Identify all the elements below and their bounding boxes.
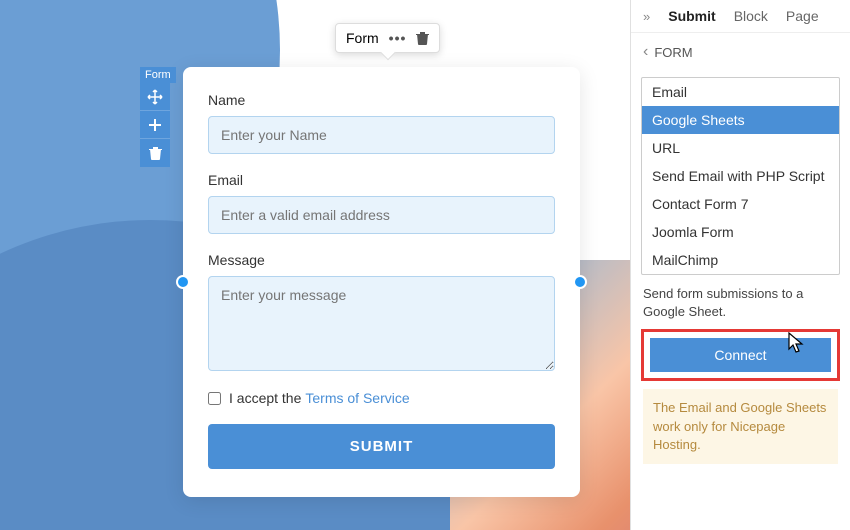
connect-button[interactable]: Connect [650, 338, 831, 372]
delete-tool[interactable] [140, 139, 170, 167]
terms-row: I accept the Terms of Service [208, 390, 555, 406]
option-item[interactable]: Contact Form 7 [642, 190, 839, 218]
connect-highlight: Connect [641, 329, 840, 381]
element-tooltip: Form ••• [335, 23, 440, 53]
email-input[interactable] [208, 196, 555, 234]
panel-tabs: » Submit Block Page [631, 0, 850, 33]
message-label: Message [208, 252, 555, 268]
side-tools [140, 83, 170, 167]
tab-page[interactable]: Page [786, 8, 819, 24]
editor-canvas: Name Email Message I accept the Terms of… [0, 0, 630, 530]
back-label: FORM [654, 45, 692, 60]
form-card[interactable]: Name Email Message I accept the Terms of… [183, 67, 580, 497]
option-description: Send form submissions to a Google Sheet. [631, 285, 850, 321]
terms-text: I accept the [229, 390, 301, 406]
add-tool[interactable] [140, 111, 170, 139]
option-item[interactable]: Send Email with PHP Script [642, 162, 839, 190]
collapse-icon[interactable]: » [643, 9, 650, 24]
email-label: Email [208, 172, 555, 188]
option-item[interactable]: Joomla Form [642, 218, 839, 246]
option-item[interactable]: Email [642, 78, 839, 106]
name-input[interactable] [208, 116, 555, 154]
hosting-note: The Email and Google Sheets work only fo… [643, 389, 838, 464]
terms-checkbox[interactable] [208, 392, 221, 405]
chevron-left-icon: ‹ [643, 43, 648, 61]
move-tool[interactable] [140, 83, 170, 111]
submit-button[interactable]: SUBMIT [208, 424, 555, 469]
option-item[interactable]: MailChimp [642, 246, 839, 274]
message-textarea[interactable] [208, 276, 555, 371]
back-button[interactable]: ‹ FORM [631, 33, 850, 71]
tab-block[interactable]: Block [734, 8, 768, 24]
more-icon[interactable]: ••• [389, 30, 407, 46]
properties-panel: » Submit Block Page ‹ FORM EmailGoogle S… [630, 0, 850, 530]
trash-icon[interactable] [416, 31, 429, 45]
name-label: Name [208, 92, 555, 108]
terms-link[interactable]: Terms of Service [305, 390, 409, 406]
element-tag: Form [140, 67, 176, 83]
submit-options-list: EmailGoogle SheetsURLSend Email with PHP… [641, 77, 840, 275]
tab-submit[interactable]: Submit [668, 8, 715, 24]
tooltip-label: Form [346, 30, 379, 46]
option-item[interactable]: URL [642, 134, 839, 162]
option-item[interactable]: Google Sheets [642, 106, 839, 134]
